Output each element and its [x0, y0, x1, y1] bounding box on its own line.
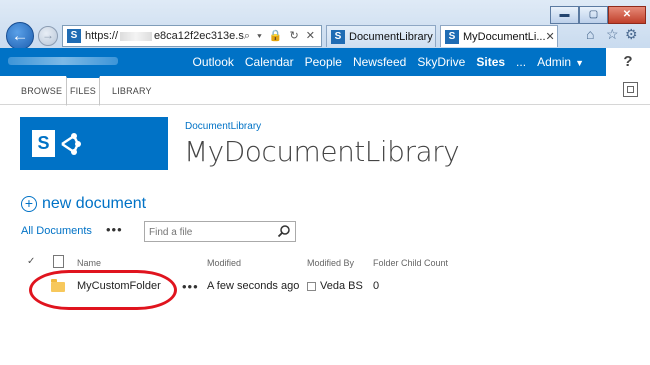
- tab-label: MyDocumentLi...: [463, 30, 546, 43]
- chevron-down-icon: ▼: [575, 58, 584, 68]
- plus-circle-icon: +: [21, 196, 37, 212]
- find-file-search-box: [144, 221, 296, 242]
- suite-link-outlook[interactable]: Outlook: [193, 55, 234, 69]
- new-document-button[interactable]: + new document: [21, 195, 146, 213]
- column-header-modified[interactable]: Modified: [207, 258, 241, 268]
- back-arrow-icon: ←: [11, 26, 29, 45]
- address-tools-icons[interactable]: ⌕ ▾ 🔒 ↻ ✕: [244, 29, 321, 43]
- help-button[interactable]: ?: [606, 48, 650, 76]
- search-icon[interactable]: [277, 224, 291, 238]
- tab-close-icon[interactable]: ✕: [546, 30, 555, 43]
- sharepoint-favicon-icon: S: [331, 29, 345, 44]
- favorites-star-icon[interactable]: ☆: [606, 26, 619, 43]
- view-options-button[interactable]: •••: [106, 222, 123, 237]
- view-all-documents[interactable]: All Documents: [21, 225, 92, 237]
- network-nodes-icon: [61, 133, 81, 155]
- suite-link-skydrive[interactable]: SkyDrive: [417, 55, 465, 69]
- site-logo[interactable]: S: [20, 117, 168, 170]
- home-icon[interactable]: ⌂: [586, 26, 594, 42]
- user-name: Admin: [537, 55, 572, 69]
- suite-nav: Outlook Calendar People Newsfeed SkyDriv…: [182, 48, 584, 76]
- redacted-url-part: [120, 31, 152, 41]
- sharepoint-favicon-icon: S: [445, 29, 459, 44]
- select-all-checkmark-icon[interactable]: ✓: [27, 256, 35, 267]
- url-end: e8ca12f2ec313e.s: [153, 30, 244, 42]
- suite-link-people[interactable]: People: [305, 55, 342, 69]
- suite-link-sites[interactable]: Sites: [476, 55, 505, 69]
- row-folder-child-count: 0: [373, 280, 380, 292]
- column-header-name[interactable]: Name: [77, 258, 101, 268]
- forward-button[interactable]: →: [38, 26, 58, 46]
- page-title: MyDocumentLibrary: [184, 135, 460, 168]
- suite-link-calendar[interactable]: Calendar: [245, 55, 294, 69]
- column-header-folder-child-count[interactable]: Folder Child Count: [373, 258, 448, 268]
- row-modified: A few seconds ago: [207, 280, 300, 292]
- browser-tab-documentlibrary[interactable]: S DocumentLibrary: [326, 25, 436, 47]
- address-bar[interactable]: S https:// e8ca12f2ec313e.s ⌕ ▾ 🔒 ↻ ✕: [62, 25, 322, 47]
- forward-arrow-icon: →: [42, 28, 54, 42]
- presence-indicator-icon: [307, 282, 316, 291]
- redacted-brand: [8, 57, 118, 65]
- focus-on-content-icon[interactable]: [623, 82, 638, 97]
- user-menu[interactable]: Admin ▼: [537, 55, 584, 69]
- settings-gear-icon[interactable]: ⚙: [625, 26, 638, 43]
- suite-bar: Outlook Calendar People Newsfeed SkyDriv…: [0, 48, 650, 76]
- new-document-label: new document: [42, 195, 147, 212]
- url-start: https://: [85, 30, 119, 42]
- sharepoint-favicon-icon: S: [67, 29, 81, 43]
- ribbon-tab-bar: BROWSE FILES LIBRARY: [0, 76, 650, 106]
- maximize-button[interactable]: ▢: [579, 6, 608, 24]
- suite-link-newsfeed[interactable]: Newsfeed: [353, 55, 406, 69]
- red-highlight-annotation: [29, 270, 177, 310]
- tab-label: DocumentLibrary: [349, 30, 433, 43]
- column-header-modified-by[interactable]: Modified By: [307, 258, 354, 268]
- minimize-button[interactable]: ▬: [550, 6, 579, 24]
- search-input[interactable]: [149, 227, 269, 238]
- browser-tab-mydocumentlibrary[interactable]: S MyDocumentLi... ✕: [440, 25, 558, 47]
- ribbon-tab-browse[interactable]: BROWSE: [21, 76, 62, 104]
- file-type-icon: [53, 255, 64, 268]
- breadcrumb[interactable]: DocumentLibrary: [185, 121, 261, 132]
- window-controls: ▬ ▢ ✕: [550, 6, 646, 24]
- item-menu-button[interactable]: •••: [182, 279, 199, 294]
- suite-more-button[interactable]: ...: [516, 55, 526, 69]
- row-modified-by[interactable]: Veda BS: [320, 280, 363, 292]
- ribbon-tab-library[interactable]: LIBRARY: [112, 76, 152, 104]
- close-window-button[interactable]: ✕: [608, 6, 646, 24]
- back-button[interactable]: ←: [6, 22, 34, 50]
- ribbon-tab-files[interactable]: FILES: [66, 76, 100, 106]
- sharepoint-logo-icon: S: [32, 130, 55, 157]
